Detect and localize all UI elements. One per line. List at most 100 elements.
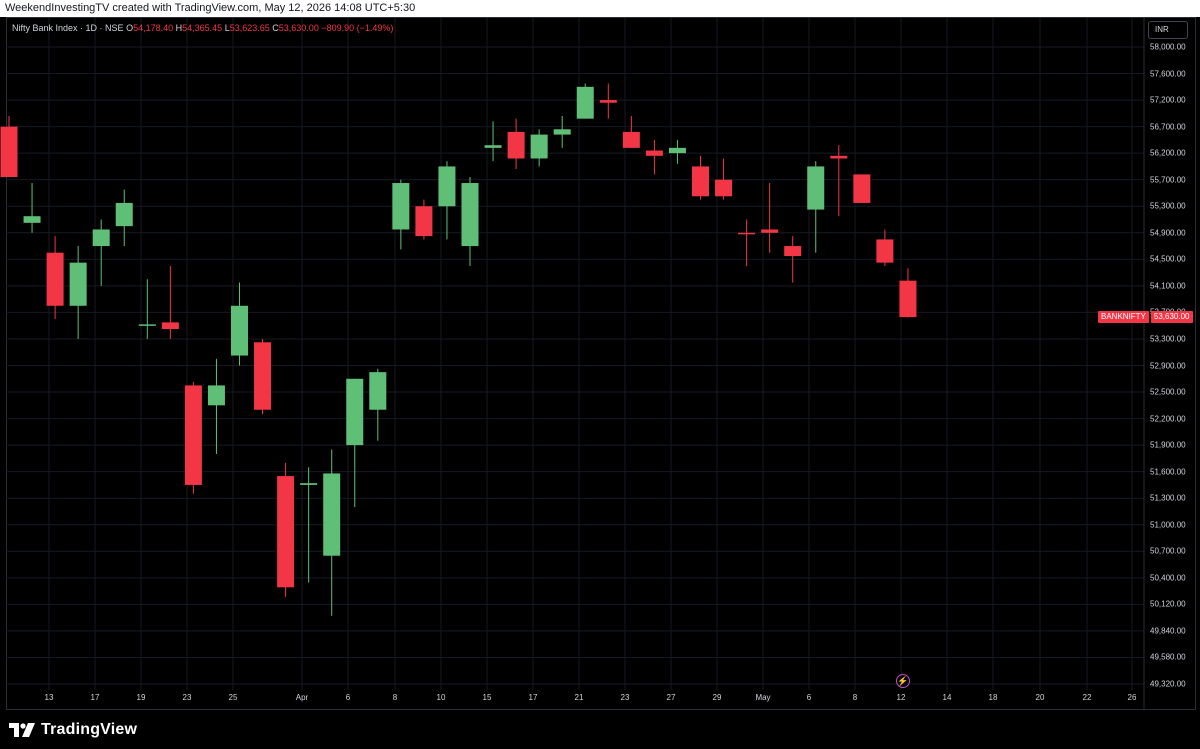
candle: [830, 145, 848, 217]
candle-body: [507, 131, 525, 159]
price-tick-label: 51,900.00: [1150, 440, 1186, 450]
candle: [115, 189, 133, 247]
candle-body: [830, 155, 848, 159]
candle-body: [138, 324, 156, 326]
candle-body: [161, 322, 179, 330]
price-tick-label: 54,500.00: [1150, 254, 1186, 264]
candle-body: [277, 476, 295, 588]
candle-body: [599, 100, 617, 103]
legend-low-value: 53,623.65: [229, 23, 270, 33]
price-tick-label: 58,000.00: [1150, 42, 1186, 52]
date-tick-label: Apr: [295, 693, 309, 702]
candle: [553, 116, 571, 148]
date-tick-label: 20: [1035, 693, 1045, 702]
candle: [254, 338, 272, 415]
candle-body: [715, 179, 733, 197]
date-tick-label: 25: [228, 693, 238, 702]
candle-body: [692, 166, 709, 197]
date-tick-label: 8: [392, 693, 398, 702]
candle: [184, 382, 202, 494]
candle-body: [876, 239, 894, 263]
lightning-bolt-icon[interactable]: ⚡: [896, 674, 910, 688]
candle: [231, 282, 248, 366]
candle-body: [69, 262, 87, 306]
last-price-symbol: BANKNIFTY: [1098, 311, 1149, 324]
candle-body: [254, 342, 272, 410]
candle: [161, 265, 179, 339]
grid: [6, 18, 1144, 690]
date-tick-label: 6: [806, 693, 812, 702]
candle: [277, 462, 295, 597]
price-tick-label: 51,000.00: [1150, 520, 1186, 530]
date-tick-label: 17: [528, 693, 538, 702]
candle-body: [300, 483, 318, 485]
candle-body: [553, 129, 571, 135]
candle: [807, 161, 825, 253]
candle-body: [0, 126, 18, 178]
price-tick-label: 56,200.00: [1150, 148, 1186, 158]
last-price-tag: BANKNIFTY 53,630.00: [1098, 311, 1193, 324]
time-axis[interactable]: 13 17 19 23 25 Apr 6 8 10 15 17 21 23 27 29 May 6 8 12 14 18…: [0, 690, 1144, 710]
candle-body: [346, 378, 364, 446]
candle-body: [576, 86, 594, 119]
candle: [323, 449, 341, 616]
brand-name: TradingView: [41, 721, 138, 738]
date-tick-label: 13: [44, 693, 54, 702]
date-tick-label: 15: [482, 693, 492, 702]
price-tick-label: 53,300.00: [1150, 334, 1186, 344]
candle-body: [784, 246, 802, 257]
date-tick-label: 19: [136, 693, 146, 702]
candle-body: [668, 147, 686, 154]
candle-body: [369, 372, 387, 410]
symbol-legend[interactable]: Nifty Bank Index · 1D · NSE O54,178.40 H…: [12, 23, 393, 33]
date-tick-label: May: [755, 693, 771, 702]
price-tick-label: 51,300.00: [1150, 493, 1186, 503]
legend-open-value: 54,178.40: [133, 23, 174, 33]
date-tick-label: 23: [182, 693, 192, 702]
candle: [576, 83, 594, 119]
price-tick-label: 57,600.00: [1150, 69, 1186, 79]
candle: [715, 158, 733, 200]
candle: [69, 246, 87, 339]
price-tick-label: 49,580.00: [1150, 652, 1186, 662]
date-tick-label: 21: [574, 693, 584, 702]
price-tick-label: 49,320.00: [1150, 679, 1186, 689]
candle-body: [415, 206, 433, 237]
candle: [761, 183, 779, 253]
candle: [23, 183, 41, 233]
candle: [853, 174, 871, 203]
date-tick-label: 6: [345, 693, 351, 702]
currency-button[interactable]: INR: [1148, 21, 1188, 39]
legend-high-value: 54,365.45: [182, 23, 223, 33]
candle-body: [645, 150, 663, 156]
date-tick-label: 26: [1127, 693, 1137, 702]
candle-body: [184, 385, 202, 485]
candle-body: [461, 183, 479, 247]
price-tick-label: 54,100.00: [1150, 281, 1186, 291]
candle-body: [323, 473, 341, 556]
price-tick-label: 55,700.00: [1150, 175, 1186, 185]
date-tick-label: 14: [942, 693, 952, 702]
candle-body: [622, 131, 640, 148]
candle-body: [438, 166, 456, 207]
legend-close-value: 53,630.00: [278, 23, 319, 33]
date-tick-label: 22: [1082, 693, 1092, 702]
candle-body: [23, 216, 41, 223]
date-tick-label: 18: [988, 693, 998, 702]
candle-body: [853, 174, 871, 203]
chart-svg[interactable]: [0, 0, 1200, 749]
candle: [0, 116, 18, 178]
legend-symbol: Nifty Bank Index · 1D · NSE: [12, 23, 124, 33]
date-tick-label: 12: [896, 693, 906, 702]
legend-change: −809.90 (−1.49%): [321, 23, 394, 33]
price-tick-label: 54,900.00: [1150, 228, 1186, 238]
brand[interactable]: TradingView: [9, 721, 137, 739]
date-tick-label: 10: [436, 693, 446, 702]
candle: [599, 83, 617, 119]
candle-body: [392, 183, 410, 230]
date-tick-label: 27: [666, 693, 676, 702]
date-tick-label: 29: [712, 693, 722, 702]
price-tick-label: 56,700.00: [1150, 122, 1186, 132]
candle-body: [231, 305, 248, 356]
price-tick-label: 50,400.00: [1150, 573, 1186, 583]
